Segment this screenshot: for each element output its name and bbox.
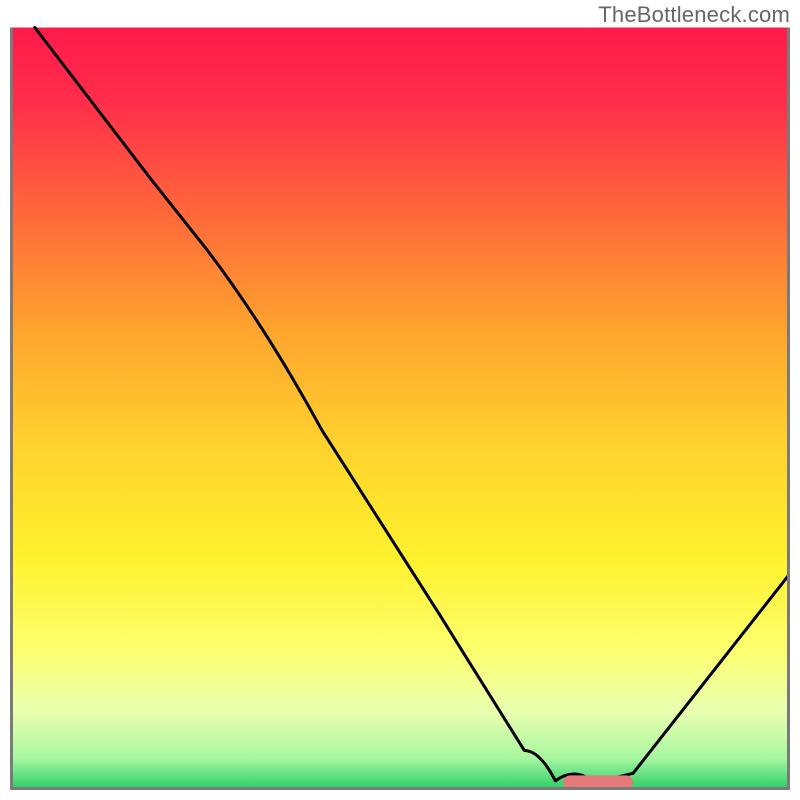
watermark-text: TheBottleneck.com <box>598 2 790 28</box>
bottleneck-chart <box>10 26 790 790</box>
chart-svg <box>10 26 790 790</box>
gradient-background <box>12 28 789 789</box>
